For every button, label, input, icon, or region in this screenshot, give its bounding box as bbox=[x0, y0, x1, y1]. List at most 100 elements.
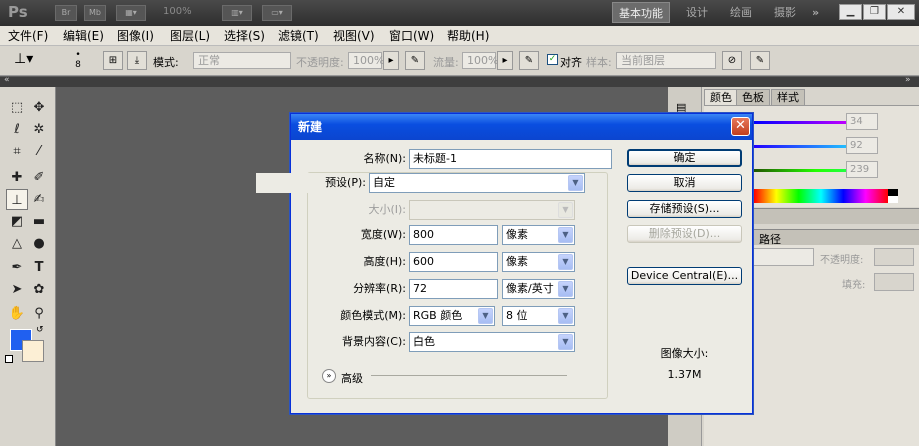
default-colors-icon[interactable] bbox=[5, 355, 13, 363]
dodge-tool-icon[interactable]: ● bbox=[28, 233, 50, 254]
swap-colors-icon[interactable]: ↺ bbox=[36, 325, 44, 335]
view-extras-icon[interactable]: ▦▾ bbox=[116, 5, 146, 21]
lasso-tool-icon[interactable]: ℓ bbox=[6, 119, 28, 140]
tab-styles[interactable]: 样式 bbox=[771, 89, 805, 105]
ok-button[interactable]: 确定 bbox=[627, 149, 742, 167]
menu-filter[interactable]: 滤镜(T) bbox=[278, 28, 319, 44]
history-brush-tool-icon[interactable]: ✍ bbox=[28, 189, 50, 210]
type-tool-icon[interactable]: T bbox=[28, 257, 50, 278]
layer-opacity-input[interactable] bbox=[874, 248, 914, 266]
dialog-close-icon[interactable]: ✕ bbox=[731, 117, 750, 136]
name-input[interactable]: 未标题-1 bbox=[409, 149, 612, 169]
blur-tool-icon[interactable]: △ bbox=[6, 233, 28, 254]
menu-edit[interactable]: 编辑(E) bbox=[63, 28, 104, 44]
sample-select[interactable]: 当前图层 bbox=[616, 52, 716, 69]
menu-window[interactable]: 窗口(W) bbox=[389, 28, 434, 44]
mini-bridge-icon[interactable]: Mb bbox=[84, 5, 106, 21]
zoom-level[interactable]: 100% bbox=[163, 6, 192, 17]
marquee-tool-icon[interactable]: ⬚ bbox=[6, 97, 28, 118]
device-central-button[interactable]: Device Central(E)... bbox=[627, 267, 742, 285]
hand-tool-icon[interactable]: ✋ bbox=[6, 303, 28, 324]
clone-stamp-tool-icon[interactable]: ⊥ bbox=[6, 189, 28, 210]
brush-preset-picker[interactable]: • 8 bbox=[64, 50, 92, 72]
toggle-clone-source-panel-icon[interactable]: ⤓ bbox=[127, 51, 147, 70]
menu-layer[interactable]: 图层(L) bbox=[170, 28, 210, 44]
cancel-button[interactable]: 取消 bbox=[627, 174, 742, 192]
menu-help[interactable]: 帮助(H) bbox=[447, 28, 489, 44]
ignore-adjustment-layers-icon[interactable]: ⊘ bbox=[722, 51, 742, 70]
resolution-unit-select[interactable]: 像素/英寸 ▼ bbox=[502, 279, 575, 299]
close-icon[interactable]: ✕ bbox=[887, 4, 915, 20]
tablet-opacity-icon[interactable]: ✎ bbox=[405, 51, 425, 70]
path-selection-tool-icon[interactable]: ➤ bbox=[6, 279, 28, 300]
arrange-documents-icon[interactable]: ▥▾ bbox=[222, 5, 252, 21]
pen-tool-icon[interactable]: ✒ bbox=[6, 257, 28, 278]
minimize-icon[interactable]: ▁ bbox=[839, 4, 862, 20]
workspace-design[interactable]: 设计 bbox=[680, 2, 714, 23]
delete-preset-button[interactable]: 删除预设(D)... bbox=[627, 225, 742, 243]
red-value[interactable]: 34 bbox=[846, 113, 878, 130]
color-mode-select[interactable]: RGB 颜色 ▼ bbox=[409, 306, 495, 326]
color-spectrum[interactable] bbox=[754, 189, 888, 203]
magic-wand-tool-icon[interactable]: ✲ bbox=[28, 119, 50, 140]
tools-panel: ⬚ ✥ ℓ ✲ ⌗ ⁄ ✚ ✐ ⊥ ✍ ◩ ▬ △ ● ✒ T ➤ ✿ ✋ ⚲ … bbox=[0, 87, 56, 446]
eyedropper-tool-icon[interactable]: ⁄ bbox=[28, 141, 50, 162]
size-select[interactable]: ▼ bbox=[409, 200, 575, 220]
tablet-size-icon[interactable]: ✎ bbox=[750, 51, 770, 70]
chevron-down-icon: ▼ bbox=[558, 281, 573, 297]
clone-source-icon[interactable]: ⊞ bbox=[103, 51, 123, 70]
more-workspaces[interactable]: » bbox=[806, 2, 825, 23]
background-color-swatch[interactable] bbox=[22, 340, 44, 362]
opacity-input[interactable]: 100% bbox=[348, 52, 384, 69]
restore-icon[interactable]: ❐ bbox=[863, 4, 886, 20]
eraser-tool-icon[interactable]: ◩ bbox=[6, 211, 28, 232]
workspace-basic[interactable]: 基本功能 bbox=[612, 2, 670, 23]
bit-depth-select[interactable]: 8 位 ▼ bbox=[502, 306, 575, 326]
save-preset-button[interactable]: 存储预设(S)... bbox=[627, 200, 742, 218]
preset-select[interactable]: 自定 ▼ bbox=[369, 173, 585, 193]
mode-select[interactable]: 正常 bbox=[193, 52, 291, 69]
airbrush-icon[interactable]: ✎ bbox=[519, 51, 539, 70]
move-tool-icon[interactable]: ✥ bbox=[28, 97, 50, 118]
tab-color-label: 颜色 bbox=[710, 91, 732, 104]
healing-brush-tool-icon[interactable]: ✚ bbox=[6, 167, 28, 188]
align-label: 对齐 bbox=[560, 56, 582, 69]
crop-tool-icon[interactable]: ⌗ bbox=[6, 141, 28, 162]
menu-image[interactable]: 图像(I) bbox=[117, 28, 154, 44]
collapse-toolbox-icon[interactable]: « bbox=[4, 75, 10, 85]
image-size-label: 图像大小: bbox=[660, 347, 709, 360]
collapse-panels-icon[interactable]: » bbox=[905, 75, 911, 85]
layer-fill-label: 填充: bbox=[842, 280, 866, 291]
zoom-tool-icon[interactable]: ⚲ bbox=[28, 303, 50, 324]
align-checkbox[interactable]: ✓ bbox=[547, 54, 558, 65]
menu-select[interactable]: 选择(S) bbox=[224, 28, 265, 44]
brush-tool-icon[interactable]: ✐ bbox=[28, 167, 50, 188]
width-unit-select[interactable]: 像素 ▼ bbox=[502, 225, 575, 245]
shape-tool-icon[interactable]: ✿ bbox=[28, 279, 50, 300]
workspace-photography[interactable]: 摄影 bbox=[768, 2, 802, 23]
tab-swatches[interactable]: 色板 bbox=[736, 89, 770, 105]
bridge-icon[interactable]: Br bbox=[55, 5, 77, 21]
clone-stamp-tool-preset-icon[interactable]: ⊥▾ bbox=[14, 51, 48, 70]
green-value[interactable]: 92 bbox=[846, 137, 878, 154]
new-document-dialog: 新建 ✕ 名称(N): 未标题-1 预设(P): 自定 ▼ 大小(I): ▼ 宽度… bbox=[256, 113, 753, 414]
workspace-painting[interactable]: 绘画 bbox=[724, 2, 758, 23]
gradient-tool-icon[interactable]: ▬ bbox=[28, 211, 50, 232]
menu-file[interactable]: 文件(F) bbox=[8, 28, 48, 44]
tab-color[interactable]: 颜色 bbox=[704, 89, 738, 105]
resolution-input[interactable]: 72 bbox=[409, 279, 498, 299]
height-input[interactable]: 600 bbox=[409, 252, 498, 272]
black-white-ramp[interactable] bbox=[888, 189, 898, 203]
blue-value[interactable]: 239 bbox=[846, 161, 878, 178]
panel-header-strip: « » bbox=[0, 75, 919, 87]
advanced-expand-icon[interactable]: » bbox=[322, 369, 336, 383]
flow-input[interactable]: 100% bbox=[462, 52, 498, 69]
height-unit-select[interactable]: 像素 ▼ bbox=[502, 252, 575, 272]
layer-fill-input[interactable] bbox=[874, 273, 914, 291]
flow-slider-arrow-icon[interactable]: ▸ bbox=[497, 51, 513, 70]
opacity-slider-arrow-icon[interactable]: ▸ bbox=[383, 51, 399, 70]
background-contents-select[interactable]: 白色 ▼ bbox=[409, 332, 575, 352]
width-input[interactable]: 800 bbox=[409, 225, 498, 245]
screen-mode-icon[interactable]: ▭▾ bbox=[262, 5, 292, 21]
menu-view[interactable]: 视图(V) bbox=[333, 28, 375, 44]
